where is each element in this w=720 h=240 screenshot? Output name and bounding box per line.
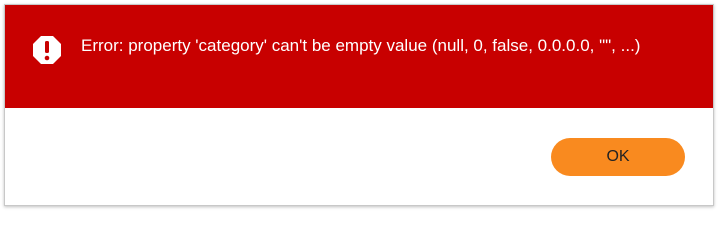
error-dialog: Error: property 'category' can't be empt… — [4, 4, 714, 206]
error-message: Error: property 'category' can't be empt… — [81, 36, 641, 55]
dialog-footer: OK — [5, 108, 713, 205]
ok-button[interactable]: OK — [551, 138, 685, 176]
error-banner: Error: property 'category' can't be empt… — [5, 5, 713, 108]
exclamation-octagon-icon — [33, 36, 61, 64]
